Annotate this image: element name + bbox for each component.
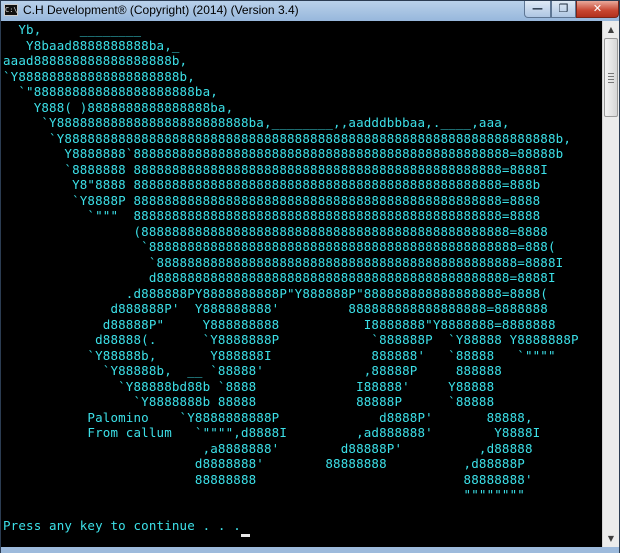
console-text: Yb, ________ Y8baad8888888888ba,_ aaad88…: [3, 22, 579, 534]
grip-line: [608, 82, 614, 83]
console-app-icon[interactable]: C:\: [4, 4, 18, 16]
grip-line: [608, 76, 614, 77]
ascii-art-horse: Yb, ________ Y8baad8888888888ba,_ aaad88…: [3, 22, 579, 502]
scrollbar-thumb[interactable]: [604, 38, 618, 117]
continue-prompt: Press any key to continue . . .: [3, 518, 249, 533]
close-button[interactable]: ✕: [576, 1, 619, 18]
grip-line: [608, 79, 614, 80]
text-cursor: [241, 534, 250, 537]
console-window: C:\ C.H Development® (Copyright) (2014) …: [0, 0, 620, 553]
vertical-scrollbar[interactable]: ▲ ▼: [602, 21, 619, 547]
grip-line: [608, 73, 614, 74]
scroll-up-arrow-icon[interactable]: ▲: [603, 21, 619, 38]
window-title: C.H Development® (Copyright) (2014) (Ver…: [23, 3, 299, 17]
minimize-button[interactable]: —: [524, 1, 551, 18]
title-bar[interactable]: C:\ C.H Development® (Copyright) (2014) …: [1, 1, 619, 21]
scroll-down-arrow-icon[interactable]: ▼: [603, 530, 619, 547]
console-output[interactable]: Yb, ________ Y8baad8888888888ba,_ aaad88…: [1, 21, 602, 547]
window-frame-bottom: [1, 547, 619, 553]
maximize-button[interactable]: ❐: [551, 1, 576, 18]
